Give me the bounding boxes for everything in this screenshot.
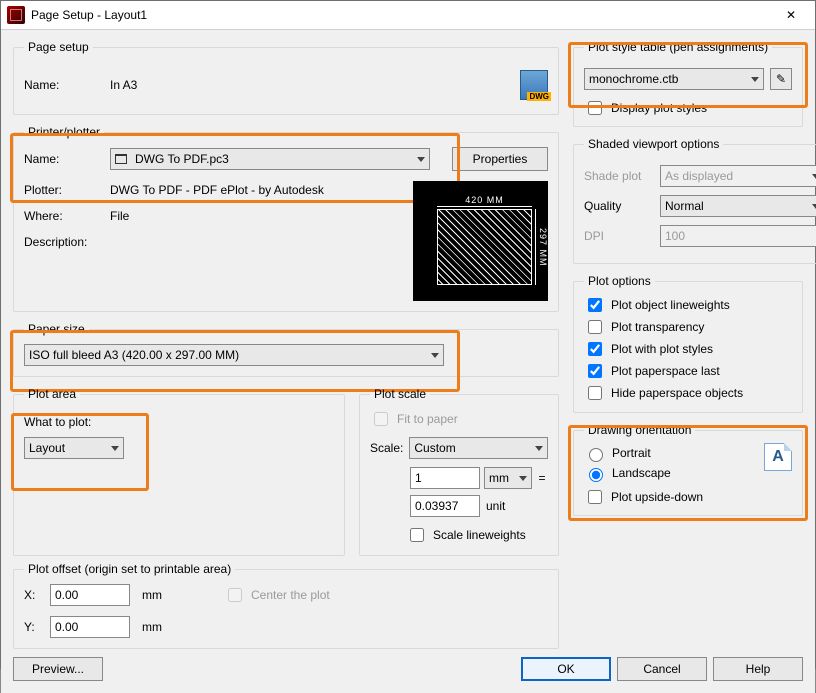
plot-paperspace-last-checkbox[interactable]: Plot paperspace last [584, 360, 792, 382]
chevron-down-icon [751, 77, 759, 82]
dpi-input [660, 225, 816, 247]
page-setup-name-label: Name: [24, 78, 104, 92]
equals-label: = [536, 471, 548, 485]
landscape-radio[interactable]: Landscape [584, 463, 764, 483]
shaded-viewport-group: Shaded viewport options Shade plot As di… [573, 137, 816, 264]
orientation-legend: Drawing orientation [584, 423, 695, 437]
printer-name-label: Name: [24, 152, 104, 166]
plotter-icon [115, 154, 127, 164]
center-plot-checkbox: Center the plot [224, 585, 330, 605]
what-to-plot-value: Layout [29, 441, 105, 455]
portrait-radio[interactable]: Portrait [584, 443, 764, 463]
what-to-plot-label: What to plot: [24, 409, 334, 437]
plot-upside-down-checkbox[interactable]: Plot upside-down [584, 487, 792, 507]
scale-label: Scale: [370, 441, 403, 455]
plot-offset-group: Plot offset (origin set to printable are… [13, 562, 559, 649]
preview-height-label: 297 MM [536, 209, 548, 285]
plot-style-group: Plot style table (pen assignments) monoc… [573, 40, 803, 127]
shade-plot-label: Shade plot [584, 169, 654, 183]
preview-width-label: 420 MM [437, 195, 532, 205]
chevron-down-icon [812, 204, 816, 209]
offset-x-input[interactable] [50, 584, 130, 606]
offset-x-unit: mm [136, 588, 172, 602]
paper-size-legend: Paper size [24, 322, 89, 336]
dialog-footer: Preview... OK Cancel Help [13, 649, 803, 681]
paper-size-select[interactable]: ISO full bleed A3 (420.00 x 297.00 MM) [24, 344, 444, 366]
close-button[interactable]: ✕ [769, 1, 813, 29]
plot-area-legend: Plot area [24, 387, 80, 401]
paper-size-group: Paper size ISO full bleed A3 (420.00 x 2… [13, 322, 559, 377]
plotter-label: Plotter: [24, 183, 104, 197]
page-setup-legend: Page setup [24, 40, 93, 54]
orientation-icon: A [764, 443, 792, 471]
plot-offset-legend: Plot offset (origin set to printable are… [24, 562, 235, 576]
scale-denominator-input[interactable] [410, 495, 480, 517]
chevron-down-icon [812, 174, 816, 179]
chevron-down-icon [431, 353, 439, 358]
plot-options-legend: Plot options [584, 274, 655, 288]
offset-x-label: X: [24, 588, 44, 602]
chevron-down-icon [111, 446, 119, 451]
scale-unit-label: unit [484, 499, 532, 513]
title-bar: Page Setup - Layout1 ✕ [1, 1, 815, 30]
hide-paperspace-checkbox[interactable]: Hide paperspace objects [584, 382, 792, 404]
offset-y-input[interactable] [50, 616, 130, 638]
edit-plot-style-button[interactable]: ✎ [770, 68, 792, 90]
scale-numerator-input[interactable] [410, 467, 480, 489]
plot-scale-group: Plot scale Fit to paper Scale: Custom [359, 387, 559, 556]
plot-options-group: Plot options Plot object lineweights Plo… [573, 274, 803, 413]
printer-name-value: DWG To PDF.pc3 [135, 152, 411, 166]
offset-y-label: Y: [24, 620, 44, 634]
what-to-plot-select[interactable]: Layout [24, 437, 124, 459]
plot-area-group: Plot area What to plot: Layout [13, 387, 345, 556]
dpi-label: DPI [584, 229, 654, 243]
close-icon: ✕ [786, 8, 796, 22]
chevron-down-icon [535, 446, 543, 451]
printer-legend: Printer/plotter [24, 125, 104, 139]
plot-lineweights-checkbox[interactable]: Plot object lineweights [584, 294, 792, 316]
page-setup-group: Page setup Name: In A3 [13, 40, 559, 115]
display-plot-styles-checkbox[interactable]: Display plot styles [584, 98, 792, 118]
where-label: Where: [24, 209, 104, 223]
app-icon [7, 6, 25, 24]
plot-scale-legend: Plot scale [370, 387, 430, 401]
dwg-icon [520, 70, 548, 100]
plotter-value: DWG To PDF - PDF ePlot - by Autodesk [110, 183, 324, 197]
plot-transparency-checkbox[interactable]: Plot transparency [584, 316, 792, 338]
chevron-down-icon [519, 476, 527, 481]
quality-select[interactable]: Normal [660, 195, 816, 217]
edit-icon: ✎ [776, 72, 786, 86]
page-setup-name-value: In A3 [110, 78, 514, 92]
quality-label: Quality [584, 199, 654, 213]
description-label: Description: [24, 235, 104, 249]
paper-preview: 420 MM 297 MM [413, 181, 548, 301]
paper-size-value: ISO full bleed A3 (420.00 x 297.00 MM) [29, 348, 425, 362]
help-button[interactable]: Help [713, 657, 803, 681]
drawing-orientation-group: Drawing orientation Portrait Landscape A… [573, 423, 803, 516]
chevron-down-icon [417, 157, 425, 162]
printer-plotter-group: Printer/plotter Name: DWG To PDF.pc3 Pro… [13, 125, 559, 312]
plot-style-select[interactable]: monochrome.ctb [584, 68, 764, 90]
ok-button[interactable]: OK [521, 657, 611, 681]
properties-button[interactable]: Properties [452, 147, 548, 171]
plot-style-legend: Plot style table (pen assignments) [584, 40, 772, 54]
window-title: Page Setup - Layout1 [31, 8, 769, 22]
where-value: File [110, 209, 129, 223]
shaded-legend: Shaded viewport options [584, 137, 723, 151]
preview-button[interactable]: Preview... [13, 657, 103, 681]
scale-unit-select[interactable]: mm [484, 467, 532, 489]
fit-to-paper-checkbox: Fit to paper [370, 409, 548, 429]
shade-plot-select: As displayed [660, 165, 816, 187]
plot-with-styles-checkbox[interactable]: Plot with plot styles [584, 338, 792, 360]
scale-lineweights-checkbox[interactable]: Scale lineweights [370, 525, 548, 545]
cancel-button[interactable]: Cancel [617, 657, 707, 681]
printer-name-select[interactable]: DWG To PDF.pc3 [110, 148, 430, 170]
offset-y-unit: mm [136, 620, 172, 634]
scale-select[interactable]: Custom [409, 437, 548, 459]
page-setup-dialog: Page Setup - Layout1 ✕ Page setup Name: … [0, 0, 816, 669]
